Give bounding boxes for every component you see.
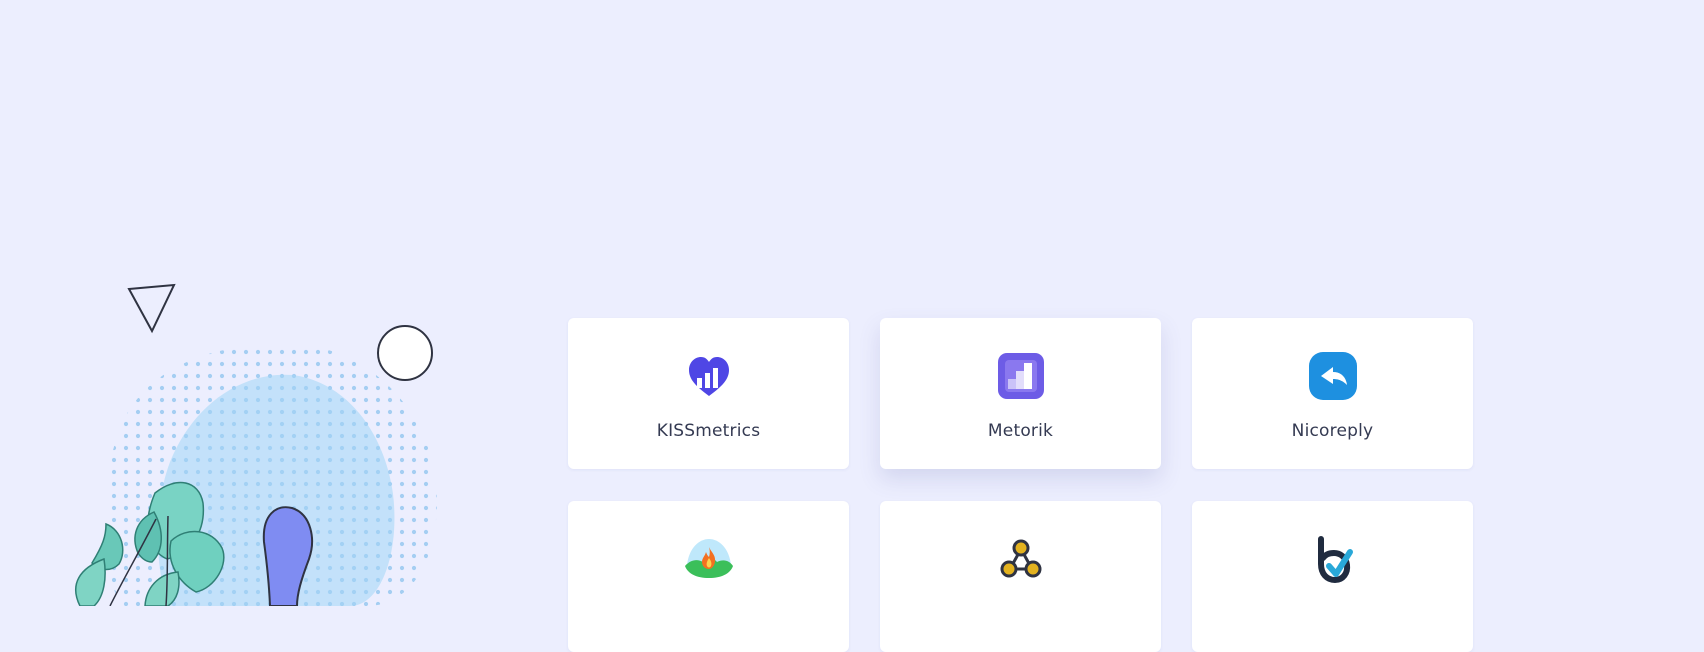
metorik-icon	[993, 348, 1049, 404]
nodes-icon	[993, 531, 1049, 587]
integration-name: Metorik	[987, 421, 1054, 441]
integration-grid: KISSmetrics Metorik Nicoreply	[568, 318, 1473, 652]
integration-card-metorik[interactable]: Metorik	[880, 318, 1161, 469]
kissmetrics-icon	[681, 348, 737, 404]
nicoreply-icon	[1305, 348, 1361, 404]
integration-card-campfire[interactable]	[568, 501, 849, 652]
campfire-icon	[681, 531, 737, 587]
integration-card-checkmark-brand[interactable]	[1192, 501, 1473, 652]
outline-circle	[377, 325, 433, 381]
integration-name: Nicoreply	[1291, 421, 1374, 441]
decorative-illustration	[75, 283, 437, 606]
integration-card-kissmetrics[interactable]: KISSmetrics	[568, 318, 849, 469]
integration-card-nicoreply[interactable]: Nicoreply	[1192, 318, 1473, 469]
triangle-shape	[127, 283, 176, 334]
integration-card-nodes[interactable]	[880, 501, 1161, 652]
integrations-section: KISSmetrics Metorik Nicoreply	[0, 0, 1704, 652]
checkmark-brand-icon	[1305, 531, 1361, 587]
integration-name: KISSmetrics	[656, 421, 761, 441]
